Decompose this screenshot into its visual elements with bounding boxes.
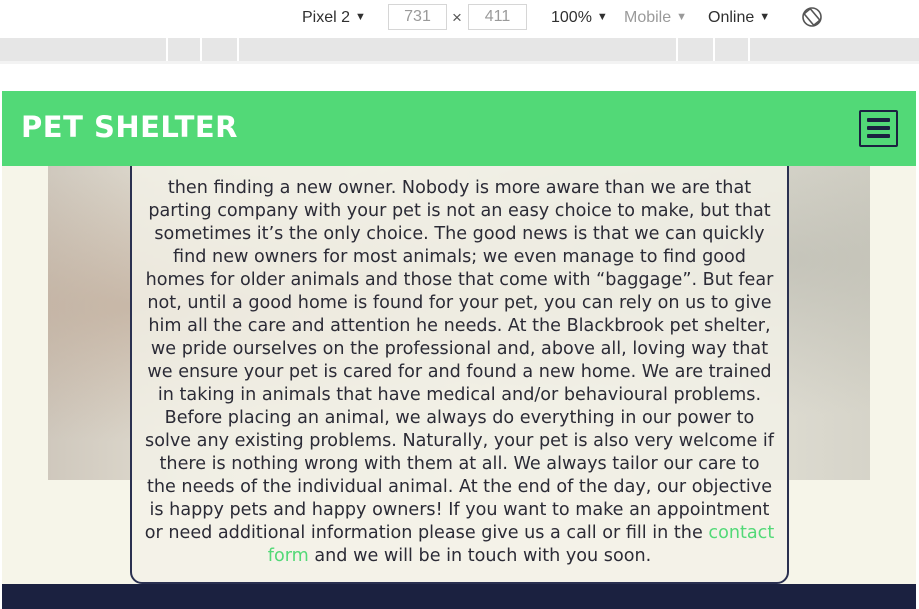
menu-line xyxy=(867,134,890,138)
paragraph-text: then finding a new owner. Nobody is more… xyxy=(144,178,774,543)
width-input[interactable]: 731 xyxy=(388,4,447,30)
dropdown-arrow-icon: ▼ xyxy=(355,11,366,23)
media-query-marker[interactable] xyxy=(200,38,202,61)
paragraph-text-end: and we will be in touch with you soon. xyxy=(314,546,652,566)
media-query-marker[interactable] xyxy=(748,38,750,61)
site-logo[interactable]: PET SHELTER xyxy=(21,110,238,144)
emulated-viewport: PET SHELTER then finding a new owner. No… xyxy=(2,91,916,609)
media-query-bar[interactable] xyxy=(0,38,919,61)
dimension-separator: × xyxy=(452,8,462,27)
device-type-select[interactable]: Mobile ▼ xyxy=(624,8,687,28)
zoom-value: 100% xyxy=(551,9,592,26)
media-query-marker[interactable] xyxy=(166,38,168,61)
media-query-marker[interactable] xyxy=(676,38,678,61)
media-query-marker[interactable] xyxy=(237,38,239,61)
dropdown-arrow-icon: ▼ xyxy=(596,11,608,23)
rotate-icon[interactable] xyxy=(801,6,823,28)
device-select[interactable]: Pixel 2 ▼ xyxy=(302,8,366,28)
about-paragraph: then finding a new owner. Nobody is more… xyxy=(144,177,775,568)
throttling-value: Online xyxy=(708,9,755,26)
height-input[interactable]: 411 xyxy=(468,4,527,30)
hamburger-menu-icon[interactable] xyxy=(859,110,898,147)
device-toolbar: Pixel 2 ▼ 731 × 411 100% ▼ Mobile ▼ Online ▼ xyxy=(0,0,919,36)
throttling-select[interactable]: Online ▼ xyxy=(708,8,770,28)
ruler-divider xyxy=(0,61,919,64)
menu-line xyxy=(867,126,890,130)
menu-line xyxy=(867,118,890,122)
device-name: Pixel 2 xyxy=(302,9,351,26)
zoom-select[interactable]: 100% ▼ xyxy=(551,8,608,28)
dropdown-arrow-icon: ▼ xyxy=(676,11,688,23)
about-text-card: then finding a new owner. Nobody is more… xyxy=(130,121,789,584)
site-footer xyxy=(2,584,916,609)
site-header: PET SHELTER xyxy=(2,91,916,166)
dropdown-arrow-icon: ▼ xyxy=(759,11,771,23)
media-query-marker[interactable] xyxy=(713,38,715,61)
device-type-value: Mobile xyxy=(624,9,672,26)
